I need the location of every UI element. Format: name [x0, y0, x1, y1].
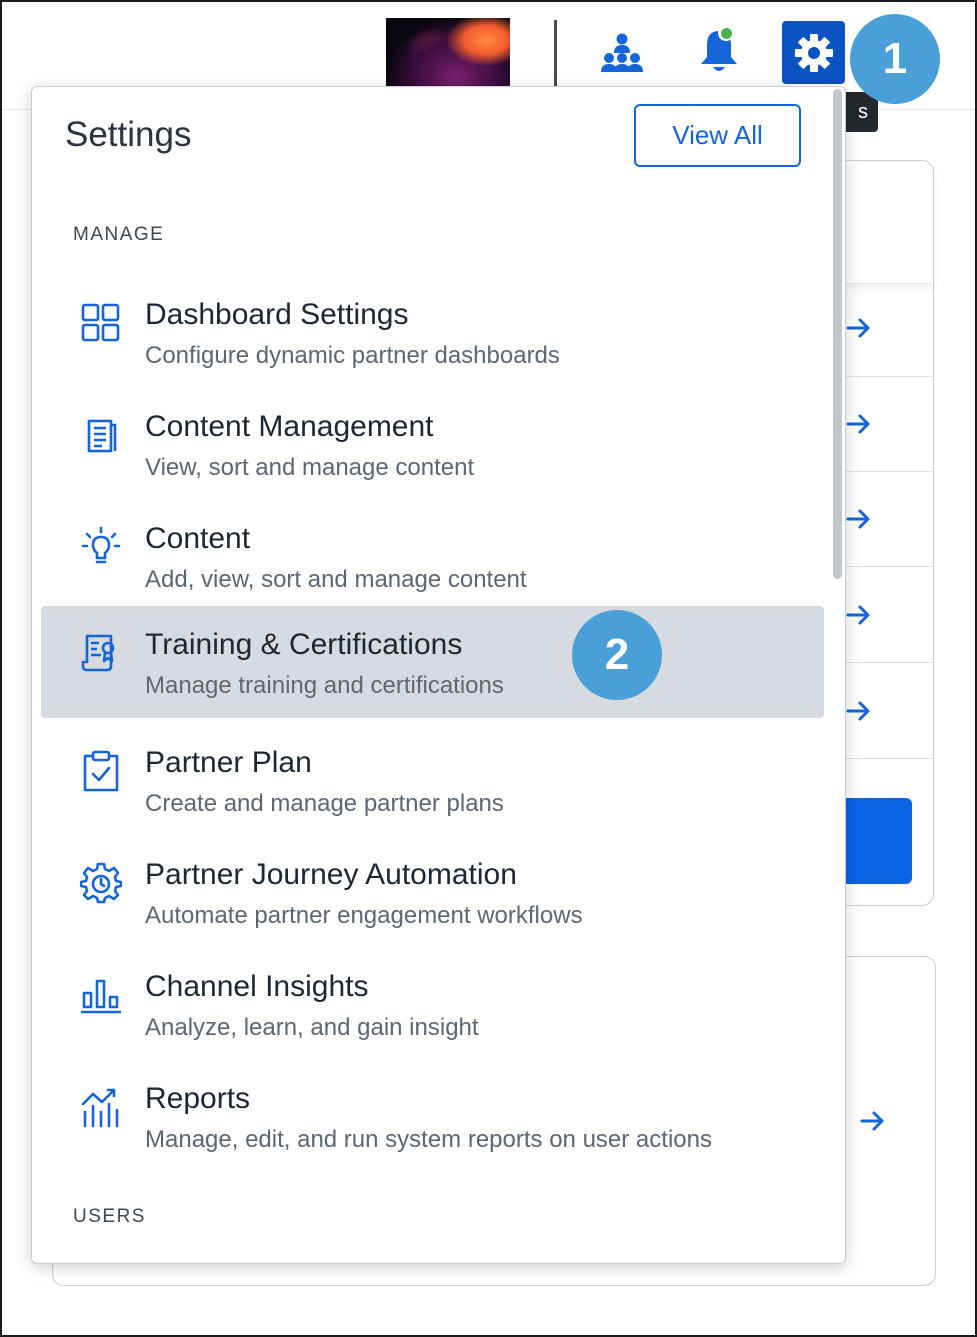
notification-dot [718, 25, 734, 41]
tooltip-text: s [858, 100, 868, 123]
menu-item-title: Training & Certifications [145, 628, 463, 661]
step-marker-2: 2 [572, 610, 662, 700]
arrow-right-icon[interactable] [846, 603, 872, 627]
menu-item-description: Manage, edit, and run system reports on … [145, 1126, 712, 1153]
arrow-right-icon[interactable] [846, 412, 872, 436]
menu-item-partner-journey-automation[interactable]: Partner Journey Automation Automate part… [41, 843, 824, 955]
dropdown-scrollbar[interactable] [831, 87, 844, 1263]
scrollbar-thumb[interactable] [833, 89, 842, 579]
menu-item-partner-plan[interactable]: Partner Plan Create and manage partner p… [41, 731, 824, 843]
menu-item-title: Partner Journey Automation [145, 858, 517, 891]
row-divider [840, 471, 934, 472]
menu-item-title: Reports [145, 1082, 251, 1115]
menu-item-description: Add, view, sort and manage content [145, 566, 527, 593]
gear-automation-icon [79, 861, 123, 905]
lightbulb-icon [79, 525, 123, 569]
menu-item-reports[interactable]: Reports Manage, edit, and run system rep… [41, 1067, 824, 1179]
team-hierarchy-icon[interactable] [598, 30, 646, 78]
menu-item-description: View, sort and manage content [145, 454, 475, 481]
step-marker-1: 1 [850, 14, 940, 104]
report-chart-icon [79, 1085, 123, 1129]
menu-item-dashboard-settings[interactable]: Dashboard Settings Configure dynamic par… [41, 283, 824, 395]
arrow-right-icon[interactable] [846, 507, 872, 531]
settings-dropdown: Settings View All MANAGE Dashboard Setti… [31, 86, 846, 1264]
menu-item-description: Analyze, learn, and gain insight [145, 1014, 479, 1041]
arrow-right-icon[interactable] [846, 699, 872, 723]
menu-item-description: Create and manage partner plans [145, 790, 504, 817]
menu-item-title: Dashboard Settings [145, 298, 409, 331]
section-label-users: USERS [73, 1206, 146, 1227]
menu-item-description: Manage training and certifications [145, 672, 504, 699]
menu-item-description: Automate partner engagement workflows [145, 902, 583, 929]
settings-gear-button[interactable] [782, 21, 845, 84]
menu-item-title: Channel Insights [145, 970, 369, 1003]
row-divider [840, 662, 934, 663]
menu-item-title: Partner Plan [145, 746, 312, 779]
toolbar-divider [554, 20, 557, 86]
row-divider [840, 566, 934, 567]
settings-title: Settings [65, 115, 192, 154]
grid-icon [79, 301, 123, 345]
row-divider [840, 758, 934, 759]
bar-chart-icon [79, 973, 123, 1017]
arrow-right-icon[interactable] [846, 316, 872, 340]
menu-item-title: Content Management [145, 410, 434, 443]
primary-action-button[interactable] [840, 798, 912, 884]
menu-item-title: Content [145, 522, 251, 555]
gear-icon [794, 33, 833, 72]
menu-item-channel-insights[interactable]: Channel Insights Analyze, learn, and gai… [41, 955, 824, 1067]
menu-item-description: Configure dynamic partner dashboards [145, 342, 560, 369]
menu-item-content-management[interactable]: Content Management View, sort and manage… [41, 395, 824, 507]
row-divider [840, 376, 934, 377]
section-label-manage: MANAGE [73, 224, 165, 245]
arrow-right-icon[interactable] [860, 1109, 886, 1133]
clipboard-check-icon [79, 749, 123, 793]
view-all-button[interactable]: View All [634, 104, 801, 167]
document-icon [79, 413, 123, 457]
menu-item-content[interactable]: Content Add, view, sort and manage conte… [41, 507, 824, 619]
menu-item-training-certifications[interactable]: Training & Certifications Manage trainin… [41, 606, 824, 718]
certificate-icon [79, 630, 123, 674]
